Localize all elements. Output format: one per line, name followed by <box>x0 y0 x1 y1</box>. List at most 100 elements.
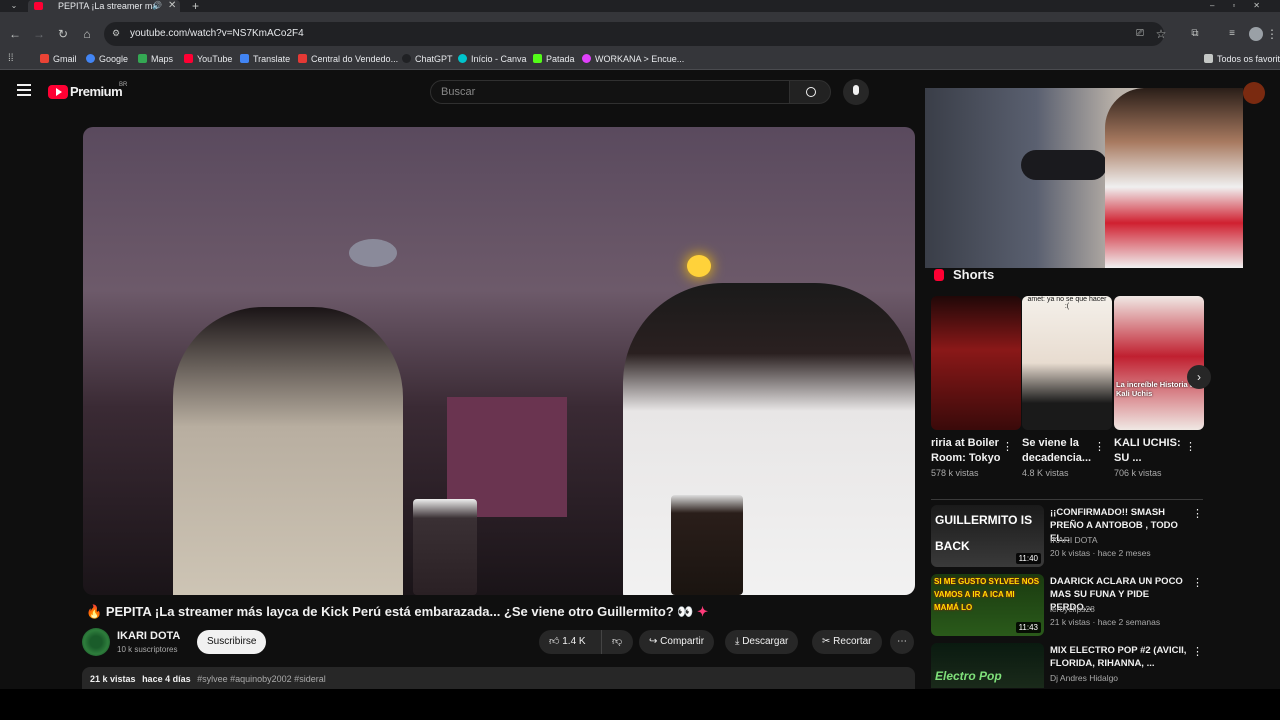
bookmark-gmail[interactable]: Gmail <box>40 48 77 70</box>
translate-icon <box>240 54 249 63</box>
subscribe-button[interactable]: Suscribirse <box>197 630 267 654</box>
shorts-next-button[interactable]: › <box>1187 365 1211 389</box>
short-title[interactable]: riria at Boiler Room: Tokyo <box>931 436 1009 466</box>
recommended-menu-icon[interactable]: ⋮ <box>1192 576 1203 589</box>
profile-avatar[interactable] <box>1249 27 1263 41</box>
maps-icon <box>138 54 147 63</box>
video-player[interactable] <box>83 127 915 595</box>
channel-badge-icon <box>1243 82 1265 104</box>
folder-icon <box>1204 54 1213 63</box>
recommended-title[interactable]: MIX ELECTRO POP #2 (AVICII, FLORIDA, RIH… <box>1050 644 1190 670</box>
clip-button[interactable]: ✂ Recortar <box>812 630 882 654</box>
recommended-thumbnail[interactable]: Electro Pop <box>931 643 1044 688</box>
audio-icon[interactable]: 🔊 <box>152 0 162 12</box>
like-button[interactable]: 👍︎ 1.4 K <box>539 630 601 654</box>
bookmark-maps[interactable]: Maps <box>138 48 173 70</box>
recommended-meta: 21 k vistas · hace 2 semanas <box>1050 617 1161 627</box>
new-tab-icon[interactable]: + <box>192 0 199 12</box>
short-thumbnail[interactable]: amet: ya no se que hacer :( <box>1022 296 1112 430</box>
fire-icon: 🔥 <box>86 604 106 619</box>
back-icon[interactable]: ← <box>7 26 23 42</box>
scissors-icon: ✂ <box>822 636 834 647</box>
search-input[interactable]: Buscar <box>430 80 790 104</box>
short-title[interactable]: Se viene la decadencia... <box>1022 436 1100 466</box>
youtube-favicon-icon <box>34 2 43 10</box>
forward-icon[interactable]: → <box>31 26 47 42</box>
video-duration: 11:40 <box>1015 553 1041 564</box>
play-triangle-icon <box>56 88 62 96</box>
streamer <box>1105 88 1243 268</box>
recommended-thumbnail[interactable]: GUILLERMITO IS BACK 11:40 <box>931 505 1044 567</box>
video-duration: 11:43 <box>1015 622 1041 633</box>
short-title[interactable]: KALI UCHIS: SU ... <box>1114 436 1192 466</box>
lamp-light <box>687 255 711 277</box>
bookmark-canva[interactable]: Início - Canva <box>458 48 527 70</box>
dislike-button[interactable]: 👎︎ <box>601 630 633 654</box>
share-button[interactable]: ↪ Compartir <box>639 630 715 654</box>
chatgpt-icon <box>402 54 411 63</box>
short-menu-icon[interactable]: ⋮ <box>1002 440 1013 453</box>
shorts-heading: Shorts <box>953 267 995 282</box>
description-box[interactable]: 21 k vistas hace 4 días #sylvee #aquinob… <box>82 667 915 689</box>
recommended-channel[interactable]: leroyclips28 <box>1050 604 1095 614</box>
channel-avatar[interactable] <box>82 628 110 656</box>
ceiling-light <box>349 239 397 267</box>
thumbnail-text: Electro Pop <box>935 669 1002 683</box>
install-app-icon[interactable]: ⎚ <box>1132 26 1148 42</box>
divider <box>931 499 1203 500</box>
tab-list-icon[interactable]: ⌄ <box>8 0 20 12</box>
search-button[interactable] <box>789 80 831 104</box>
short-menu-icon[interactable]: ⋮ <box>1185 440 1196 453</box>
google-icon <box>86 54 95 63</box>
shop-icon <box>298 54 307 63</box>
recommended-meta: 20 k vistas · hace 2 meses <box>1050 548 1151 558</box>
chevron-right-icon: › <box>1197 370 1201 384</box>
short-views: 578 k vistas <box>931 468 979 478</box>
region-code: BR <box>119 82 128 88</box>
more-actions-button[interactable]: ⋯ <box>890 630 914 654</box>
close-tab-icon[interactable]: ✕ <box>168 0 176 12</box>
bookmark-youtube[interactable]: YouTube <box>184 48 232 70</box>
view-count: 21 k vistas <box>90 674 136 684</box>
subscriber-count: 10 k suscriptores <box>117 645 178 654</box>
bookmark-chatgpt[interactable]: ChatGPT <box>402 48 453 70</box>
recommended-channel[interactable]: Dj Andres Hidalgo <box>1050 673 1118 683</box>
person-left <box>173 307 403 595</box>
bookmark-patada[interactable]: Patada <box>533 48 575 70</box>
eyes-icon: 👀 <box>673 604 698 619</box>
all-bookmarks[interactable]: Todos os favoritos <box>1204 48 1280 70</box>
home-icon[interactable]: ⌂ <box>79 26 95 42</box>
window-controls[interactable]: –▫✕ <box>1210 0 1280 12</box>
mic-icon <box>853 85 859 95</box>
bookmark-workana[interactable]: WORKANA > Encue... <box>582 48 684 70</box>
bookmark-google[interactable]: Google <box>86 48 128 70</box>
bookmark-central-vendedor[interactable]: Central do Vendedo... <box>298 48 398 70</box>
download-button[interactable]: ⤓ Descargar <box>725 630 799 654</box>
recommended-menu-icon[interactable]: ⋮ <box>1192 645 1203 658</box>
address-bar[interactable]: youtube.com/watch?v=NS7KmACo2F4 <box>104 22 1164 46</box>
bookmark-star-icon[interactable]: ☆ <box>1153 26 1169 42</box>
site-info-icon[interactable]: ⚙ <box>112 28 120 39</box>
extensions-icon[interactable]: ⧉ <box>1187 26 1203 42</box>
browser-menu-icon[interactable]: ⋮ <box>1264 26 1280 42</box>
recommended-thumbnail[interactable]: SI ME GUSTO SYLVEE NOS VAMOS A IR A ICA … <box>931 574 1044 636</box>
guide-menu-icon[interactable] <box>17 84 31 96</box>
share-icon: ↪ <box>649 636 661 647</box>
hashtags[interactable]: #sylvee #aquinoby2002 #sideral <box>197 674 326 684</box>
voice-search-button[interactable] <box>843 79 869 105</box>
short-menu-icon[interactable]: ⋮ <box>1094 440 1105 453</box>
short-thumbnail[interactable]: La increíble Historia de Kali Uchis <box>1114 296 1204 430</box>
patada-icon <box>533 54 542 63</box>
apps-icon[interactable]: ⁞⁞ <box>8 53 19 64</box>
channel-name[interactable]: IKARI DOTA <box>117 630 180 642</box>
bookmark-translate[interactable]: Translate <box>240 48 290 70</box>
short-views: 4.8 K vistas <box>1022 468 1069 478</box>
microphone <box>1021 150 1107 180</box>
recommended-channel[interactable]: IKARI DOTA <box>1050 535 1098 545</box>
reload-icon[interactable]: ↻ <box>55 26 71 42</box>
thumbs-down-icon: 👎︎ <box>612 636 623 647</box>
media-control-icon[interactable]: ≡ <box>1224 26 1240 42</box>
recommended-menu-icon[interactable]: ⋮ <box>1192 507 1203 520</box>
thumbnail-text: SI ME GUSTO SYLVEE NOS VAMOS A IR A ICA … <box>934 577 1040 612</box>
short-thumbnail[interactable] <box>931 296 1021 430</box>
